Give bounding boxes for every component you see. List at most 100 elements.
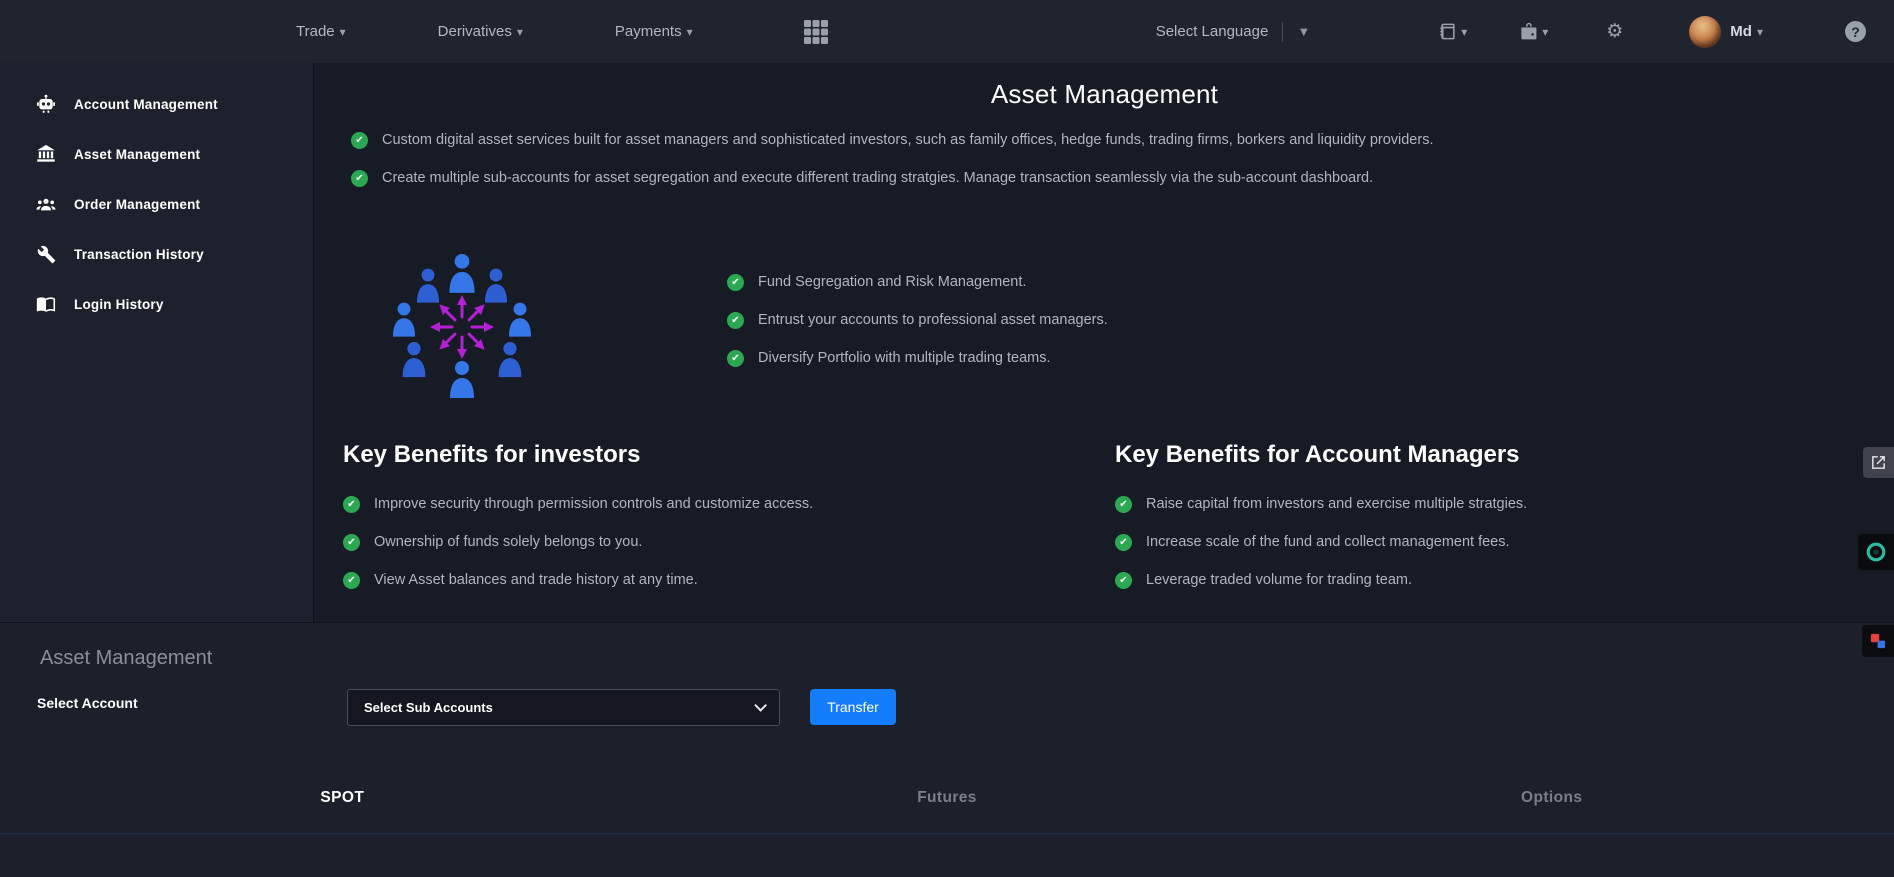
bullet-text: Ownership of funds solely belongs to you… [374,534,643,550]
sidebar-item-order-management[interactable]: Order Management [0,179,313,229]
benefits-investors-title: Key Benefits for investors [343,441,641,468]
nav-item-derivatives[interactable]: Derivatives [438,23,523,40]
caret-down-icon [517,23,523,40]
list-item: Create multiple sub-accounts for asset s… [351,159,1433,197]
user-name-label: Md [1730,23,1752,40]
list-item: Diversify Portfolio with multiple tradin… [727,339,1108,377]
chevron-down-icon [754,699,767,712]
sidebar-item-transaction-history[interactable]: Transaction History [0,229,313,279]
caret-down-icon [340,23,346,40]
check-icon [351,131,368,149]
bullet-text: Increase scale of the fund and collect m… [1146,534,1510,550]
page-title: Asset Management [990,79,1219,109]
team-network-illustration [392,254,532,398]
wrench-icon [36,245,56,264]
intro-list: Custom digital asset services built for … [351,121,1433,197]
triangle-down-icon [1297,23,1310,40]
select-value: Select Sub Accounts [364,700,493,715]
benefits-managers: Key Benefits for Account Managers Raise … [1115,441,1855,599]
sidebar-item-label: Asset Management [74,146,201,162]
select-account-label: Select Account [37,695,138,711]
bullet-text: Fund Segregation and Risk Management. [758,274,1027,290]
orders-book-icon[interactable] [1438,22,1467,41]
language-selector[interactable]: Select Language [1156,21,1310,42]
open-book-icon [36,294,56,314]
tab-spot[interactable]: SPOT [40,783,645,813]
list-item: Raise capital from investors and exercis… [1115,485,1855,523]
transfer-button[interactable]: Transfer [810,689,896,725]
check-icon [343,533,360,551]
sidebar-item-label: Order Management [74,196,201,212]
bullet-text: View Asset balances and trade history at… [374,572,698,588]
user-menu[interactable]: Md [1689,15,1763,48]
panel-title: Asset Management [40,647,213,669]
nav-item-label: Trade [296,23,335,40]
tab-options[interactable]: Options [1249,783,1854,813]
list-item: Entrust your accounts to professional as… [727,301,1108,339]
divider [0,833,1894,835]
asset-management-panel: Asset Management Select Account Select S… [0,622,1894,877]
users-icon [36,194,56,215]
chat-widget-icon [1866,542,1886,562]
top-nav: Trade Derivatives Payments Select Langua… [0,0,1894,63]
check-icon [727,349,744,367]
check-icon [1115,533,1132,551]
check-icon [727,273,744,291]
sub-accounts-select[interactable]: Select Sub Accounts [347,689,780,726]
sidebar: Account Management Asset Management Orde… [0,63,314,622]
caret-down-icon [1461,23,1467,41]
market-tabs: SPOT Futures Options [40,783,1854,813]
apps-grid-icon[interactable] [803,19,829,45]
list-item: View Asset balances and trade history at… [343,561,1083,599]
avatar [1689,15,1722,48]
list-item: Improve security through permission cont… [343,485,1083,523]
nav-menu: Trade Derivatives Payments [296,23,693,40]
sidebar-item-label: Account Management [74,96,218,112]
divider [1282,21,1284,42]
robot-icon [36,94,56,114]
caret-down-icon [1542,23,1548,41]
help-icon[interactable] [1845,21,1866,42]
list-item: Custom digital asset services built for … [351,121,1433,159]
caret-down-icon [687,23,693,40]
feature-list: Fund Segregation and Risk Management. En… [727,263,1108,377]
chat-widget-button[interactable] [1858,534,1894,570]
nav-icon-group [1438,22,1548,41]
check-icon [351,169,368,187]
share-icon [1872,456,1885,469]
extension-button[interactable] [1862,625,1894,657]
sidebar-item-asset-management[interactable]: Asset Management [0,129,313,179]
check-icon [1115,495,1132,513]
list-item: Fund Segregation and Risk Management. [727,263,1108,301]
sidebar-item-account-management[interactable]: Account Management [0,79,313,129]
wallet-lock-icon[interactable] [1519,22,1548,41]
caret-down-icon [1757,23,1763,40]
sidebar-item-label: Login History [74,296,164,312]
list-item: Ownership of funds solely belongs to you… [343,523,1083,561]
bullet-text: Improve security through permission cont… [374,496,814,512]
bank-icon [36,144,56,164]
list-item: Increase scale of the fund and collect m… [1115,523,1855,561]
benefits-investors: Key Benefits for investors Improve secur… [343,441,1083,599]
tab-futures[interactable]: Futures [645,783,1250,813]
bullet-text: Raise capital from investors and exercis… [1146,496,1528,512]
nav-item-trade[interactable]: Trade [296,23,346,40]
nav-item-label: Payments [614,23,682,40]
bullet-text: Entrust your accounts to professional as… [758,312,1108,328]
settings-gear-icon[interactable]: ⚙ [1606,22,1623,41]
bullet-text: Diversify Portfolio with multiple tradin… [758,350,1051,366]
benefits-managers-title: Key Benefits for Account Managers [1115,441,1520,468]
nav-item-label: Derivatives [437,23,512,40]
check-icon [727,311,744,329]
main-content: Asset Management Custom digital asset se… [315,63,1894,622]
nav-item-payments[interactable]: Payments [615,23,693,40]
bullet-text: Custom digital asset services built for … [382,132,1434,148]
bullet-text: Create multiple sub-accounts for asset s… [382,170,1374,186]
share-button[interactable] [1863,447,1894,478]
sidebar-item-login-history[interactable]: Login History [0,279,313,329]
extension-icon [1870,633,1886,649]
upper-region: Account Management Asset Management Orde… [0,63,1894,622]
check-icon [1115,571,1132,589]
bullet-text: Leverage traded volume for trading team. [1146,572,1412,588]
check-icon [343,495,360,513]
